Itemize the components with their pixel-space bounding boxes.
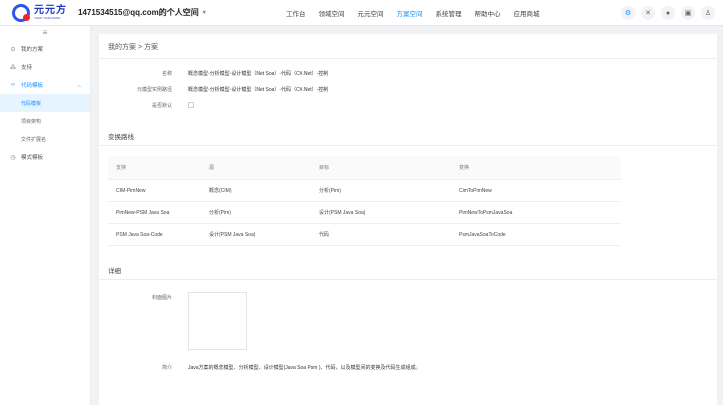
sidebar-item-label: 支持 <box>21 65 33 71</box>
top-bar: 元元方 YUAN YUAN FANG 1471534515@qq.com的个人空… <box>0 0 723 26</box>
table-cell: PSM Java Soa-Code <box>116 231 163 238</box>
divider <box>99 145 717 146</box>
sidebar-item-support[interactable]: ⁂ 支持 <box>0 58 90 76</box>
menu-icon[interactable]: ≡ <box>0 26 90 40</box>
default-label: 是否默认 <box>151 103 172 109</box>
table-cell: 设计(PSM Java Soa) <box>319 210 366 216</box>
table-cell: 代码 <box>319 232 330 238</box>
column-header: 源 <box>209 165 215 171</box>
document-icon[interactable]: ▣ <box>681 6 695 20</box>
table-cell: CimToPimNew <box>459 187 492 194</box>
table-cell: PimNew-PSM Java Soa <box>116 209 170 216</box>
nav-help-center[interactable]: 帮助中心 <box>475 8 501 18</box>
user-icon[interactable]: ♙ <box>701 6 715 20</box>
breadcrumb: 我的方案 > 方案 <box>108 44 158 51</box>
origin-value: 概念模型-分析模型-设计模型（Net Soa）-代码（C#.Net）-控制 <box>188 87 329 93</box>
clock-icon: ◷ <box>10 154 16 161</box>
top-nav: 工作台 领域空间 元元空间 方案空间 系统管理 帮助中心 应用商城 <box>286 0 553 26</box>
table-cell: 分析(Pim) <box>319 188 341 194</box>
table-row[interactable]: PSM Java Soa-Code 设计(PSM Java Soa) 代码 Ps… <box>108 224 621 246</box>
transform-section-title: 变换路线 <box>108 134 134 141</box>
table-cell: PimNewToPsmJavaSoa <box>459 209 513 216</box>
location-icon: ⊙ <box>10 46 16 53</box>
logo[interactable]: 元元方 YUAN YUAN FANG <box>12 3 78 22</box>
main-content: 我的方案 > 方案 名称 概念模型-分析模型-设计模型（Net Soa）-代码（… <box>99 34 717 405</box>
settings-icon[interactable]: ⚙ <box>621 6 635 20</box>
logo-mark <box>12 3 30 22</box>
table-cell: 概念(CIM) <box>209 188 232 194</box>
divider <box>99 58 717 59</box>
sidebar-item-label: 模式模板 <box>21 155 44 161</box>
column-header: 变换 <box>459 165 470 171</box>
sidebar-subitem-project-architecture[interactable]: 项目架构 <box>0 112 90 130</box>
table-cell: CIM-PimNew <box>116 187 146 194</box>
account-switcher[interactable]: 1471534515@qq.com的个人空间 ▾ <box>78 7 206 18</box>
sidebar-subitem-code-templates[interactable]: 代码模板 <box>0 94 90 112</box>
brand-subtitle: YUAN YUAN FANG <box>34 15 61 20</box>
default-checkbox[interactable] <box>188 102 194 108</box>
table-row[interactable]: CIM-PimNew 概念(CIM) 分析(Pim) CimToPimNew <box>108 180 621 202</box>
toolbar-icons: ⚙ ✕ ● ▣ ♙ <box>615 6 715 20</box>
column-header: 支持 <box>116 165 127 171</box>
divider <box>99 279 717 280</box>
chevron-up-icon: ︿ <box>76 82 82 89</box>
column-header: 目标 <box>319 165 330 171</box>
table-cell: PsmJavaSoaToCode <box>459 231 506 238</box>
sidebar-subitem-file-extensions[interactable]: 文件扩展名 <box>0 130 90 148</box>
transform-table: 支持 源 目标 变换 CIM-PimNew 概念(CIM) 分析(Pim) Ci… <box>108 156 621 246</box>
table-row[interactable]: PimNew-PSM Java Soa 分析(Pim) 设计(PSM Java … <box>108 202 621 224</box>
name-label: 名称 <box>161 71 172 77</box>
detail-section-title: 详细 <box>108 268 121 275</box>
nav-app-store[interactable]: 应用商城 <box>514 8 540 18</box>
nav-workbench[interactable]: 工作台 <box>286 8 306 18</box>
code-icon: ‹› <box>11 82 15 88</box>
intro-value: Java方案的概念模型、分析模型、设计模型(Java Soa Psm )、代码，… <box>188 365 421 371</box>
cover-image-label: 封面图片 <box>151 295 172 301</box>
chevron-down-icon: ▾ <box>202 10 206 16</box>
table-header: 支持 源 目标 变换 <box>108 156 621 180</box>
nav-system-admin[interactable]: 系统管理 <box>436 8 462 18</box>
table-cell: 分析(Pim) <box>209 210 231 216</box>
nodes-icon: ⁂ <box>10 64 16 71</box>
name-value: 概念模型-分析模型-设计模型（Net Soa）-代码（C#.Net）-控制 <box>188 71 329 77</box>
intro-label: 简介 <box>161 365 172 371</box>
logo-text: 元元方 YUAN YUAN FANG <box>34 4 67 20</box>
nav-yuan-space[interactable]: 元元空间 <box>358 8 384 18</box>
table-cell: 设计(PSM Java Soa) <box>209 232 256 238</box>
sidebar-item-label: 我的方案 <box>21 47 44 53</box>
sidebar-item-label: 代码模板 <box>21 83 44 89</box>
close-icon[interactable]: ✕ <box>641 6 655 20</box>
cover-image[interactable] <box>188 292 247 350</box>
sidebar-item-pattern-templates[interactable]: ◷ 模式模板 <box>0 148 90 166</box>
sidebar-item-my-solutions[interactable]: ⊙ 我的方案 <box>0 40 90 58</box>
sidebar: ≡ ⊙ 我的方案 ⁂ 支持 ‹› 代码模板 ︿ 代码模板 项目架构 文件扩展名 … <box>0 26 91 405</box>
account-name: 1471534515@qq.com的个人空间 <box>78 8 199 17</box>
sidebar-item-code-templates[interactable]: ‹› 代码模板 ︿ <box>0 76 90 94</box>
bell-icon[interactable]: ● <box>661 6 675 20</box>
nav-solution-space[interactable]: 方案空间 <box>397 8 423 18</box>
brand-name: 元元方 <box>34 4 67 16</box>
origin-label: 元模型实例路径 <box>136 87 172 93</box>
nav-domain-space[interactable]: 领域空间 <box>319 8 345 18</box>
